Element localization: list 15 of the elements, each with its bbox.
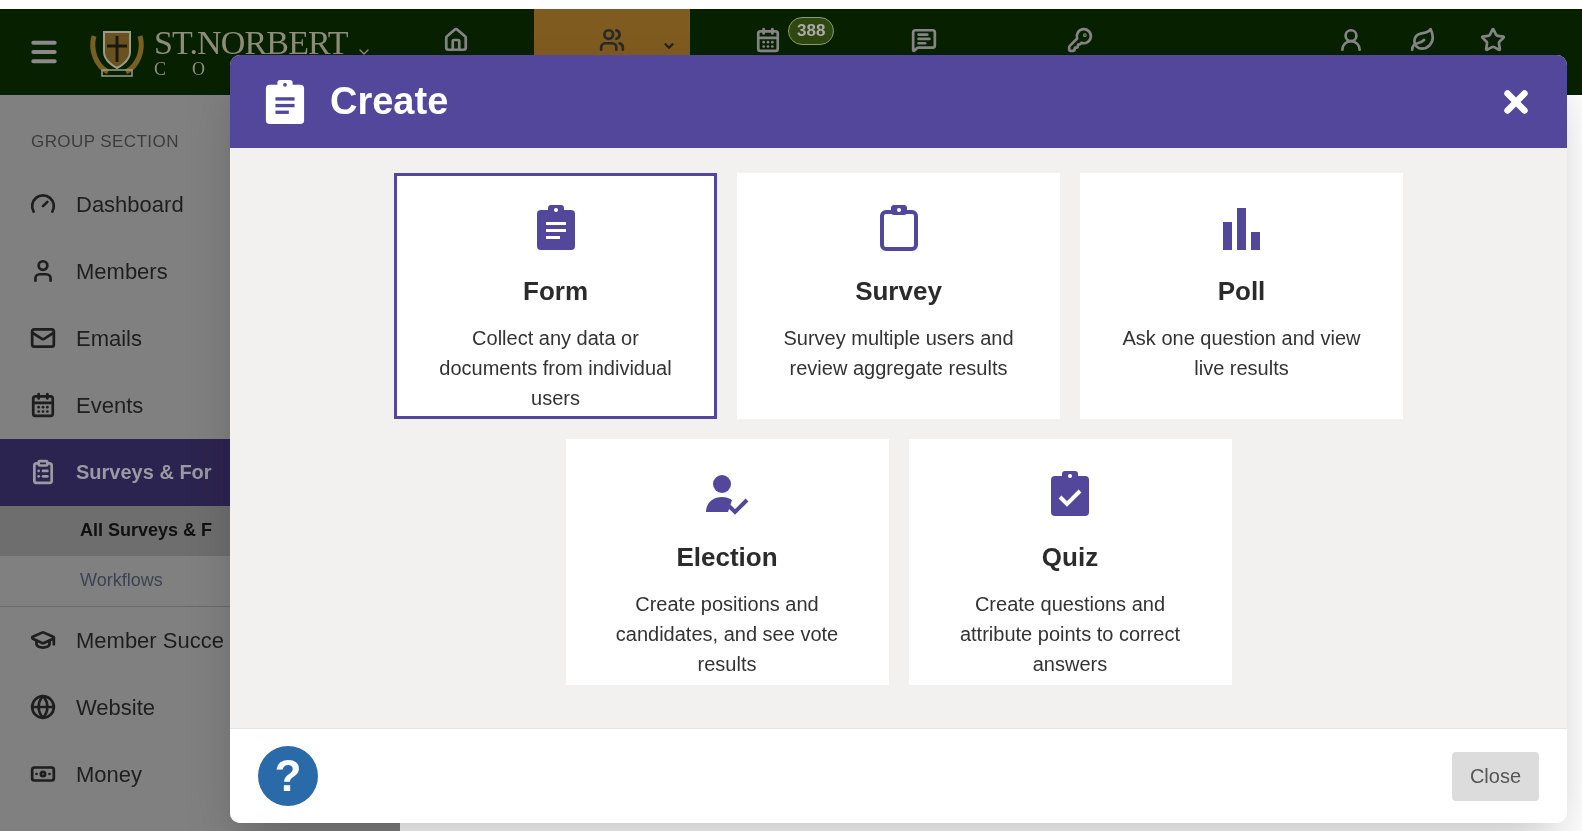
option-description: Survey multiple users and review aggregate results — [782, 326, 1015, 381]
option-title: Form — [523, 275, 588, 308]
option-title: Survey — [855, 275, 942, 308]
option-description: Collect any data or documents from individual users — [438, 326, 673, 411]
option-title: Quiz — [1041, 541, 1099, 574]
option-description: Create questions and attribute points to correct answers — [958, 592, 1182, 677]
logo-name: ST.NORBERT — [154, 26, 348, 60]
dialog-title: Create — [330, 79, 449, 124]
option-description: Create positions and candidates, and see vote results — [614, 592, 840, 677]
option-title: Election — [676, 541, 778, 574]
option-title: Poll — [1217, 275, 1266, 308]
option-description: Ask one question and view live results — [1121, 326, 1362, 381]
logo-subtitle: C O — [154, 60, 217, 78]
section-heading: GROUP SECTION — [31, 131, 180, 153]
count-badge: 388 — [788, 17, 835, 45]
